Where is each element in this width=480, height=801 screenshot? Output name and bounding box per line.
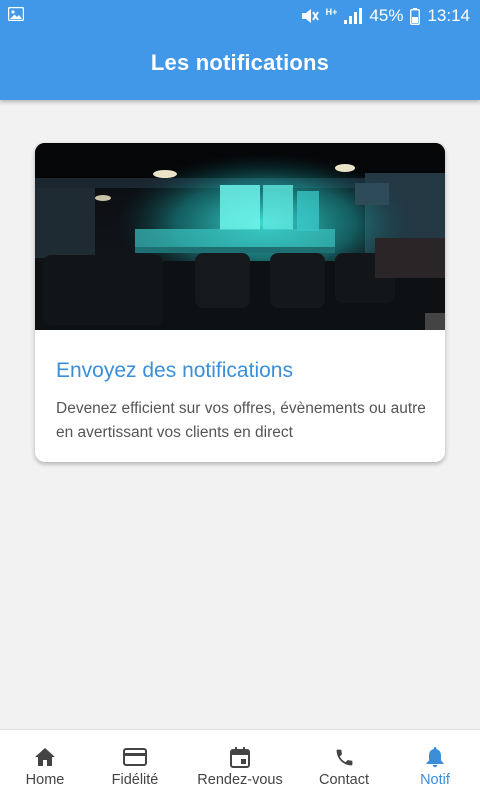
status-bar: H+ 45% 13:14 [0,0,480,32]
nav-notif[interactable]: Notif [410,730,460,801]
app-header: H+ 45% 13:14 Les notifications [0,0,480,100]
clock: 13:14 [427,6,470,25]
calendar-icon [230,746,250,768]
nav-contact[interactable]: Contact [314,730,374,801]
card-description: Devenez efficient sur vos offres, évènem… [56,400,426,441]
home-icon [34,746,56,768]
phone-icon [334,746,355,768]
network-type-label: H+ [325,6,338,17]
nav-fidelite-label: Fidélité [111,772,159,788]
signal-icon [344,8,363,24]
page-title: Les notifications [150,50,330,75]
nav-home-label: Home [25,772,65,788]
battery-percent: 45% [369,6,404,25]
credit-card-icon [123,746,147,768]
nav-rendez-vous[interactable]: Rendez-vous [194,730,286,801]
nav-contact-label: Contact [319,772,369,788]
bell-icon [425,746,445,768]
battery-icon [410,7,421,25]
card-title: Envoyez des notifications [56,359,293,382]
nav-home[interactable]: Home [20,730,70,801]
mute-icon [301,9,319,23]
nav-rendez-vous-label: Rendez-vous [197,772,283,788]
lounge-photo [35,143,445,330]
nav-notif-label: Notif [420,772,450,788]
nav-fidelite[interactable]: Fidélité [105,730,165,801]
bottom-navigation: Home Fidélité Rendez-vous Contact Notif [0,729,480,801]
notification-card[interactable]: Envoyez des notifications Devenez effici… [35,143,445,462]
image-notification-icon [8,7,24,21]
